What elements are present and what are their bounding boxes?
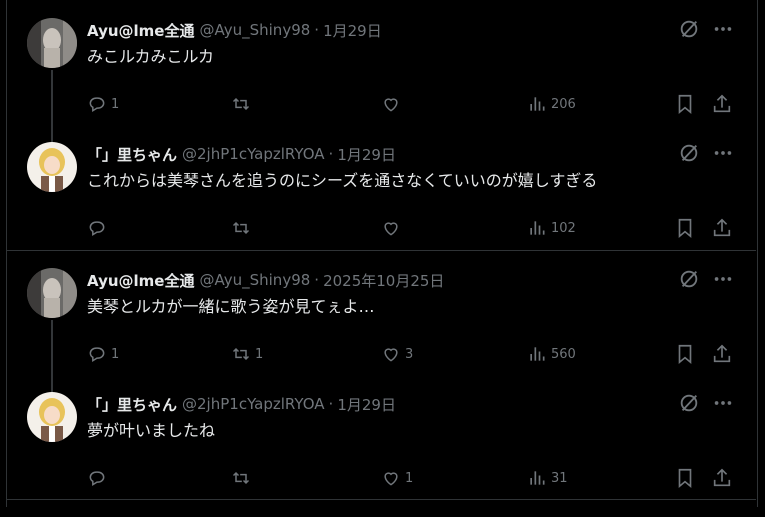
separator: ·	[328, 395, 334, 413]
retweet-icon	[231, 218, 255, 238]
user-handle[interactable]: @Ayu_Shiny98	[199, 21, 310, 39]
views-count: 560	[551, 346, 576, 362]
separator: ·	[328, 145, 334, 163]
bookmark-icon[interactable]	[674, 93, 696, 115]
views-count: 102	[551, 220, 576, 236]
share-icon[interactable]	[711, 343, 733, 365]
post-date[interactable]: 1月29日	[337, 144, 396, 165]
post-text: みこルカみこルカ	[87, 47, 215, 66]
display-name[interactable]: 「」里ちゃん	[87, 144, 177, 165]
retweet-button[interactable]: 1	[231, 343, 263, 365]
more-icon[interactable]	[712, 268, 734, 290]
bookmark-icon[interactable]	[674, 343, 696, 365]
like-button[interactable]	[381, 93, 405, 115]
reply-icon	[87, 94, 111, 114]
post-1[interactable]: 「」里ちゃん @2jhP1cYapzlRYOA · 1月29日 これからは美琴さ…	[7, 142, 756, 267]
retweet-button[interactable]	[231, 93, 255, 115]
bookmark-icon[interactable]	[674, 467, 696, 489]
post-date[interactable]: 1月29日	[337, 394, 396, 415]
grok-icon[interactable]	[678, 142, 700, 164]
post-text: 夢が叶いましたね	[87, 421, 216, 440]
share-icon[interactable]	[711, 217, 733, 239]
retweet-count: 1	[255, 346, 264, 362]
more-icon[interactable]	[712, 18, 734, 40]
like-icon	[381, 344, 405, 364]
reply-button[interactable]	[87, 467, 111, 489]
avatar[interactable]	[27, 392, 77, 442]
like-count: 1	[405, 470, 414, 486]
more-icon[interactable]	[712, 142, 734, 164]
user-handle[interactable]: @2jhP1cYapzlRYOA	[182, 145, 325, 163]
like-button[interactable]: 3	[381, 343, 413, 365]
separator: ·	[314, 271, 320, 289]
user-handle[interactable]: @2jhP1cYapzlRYOA	[182, 395, 325, 413]
retweet-icon	[231, 468, 255, 488]
views-count: 206	[551, 96, 576, 112]
avatar[interactable]	[27, 18, 77, 68]
views-icon	[527, 218, 551, 238]
post-date[interactable]: 2025年10月25日	[323, 270, 444, 291]
views-icon	[527, 344, 551, 364]
reply-icon	[87, 468, 111, 488]
grok-icon[interactable]	[678, 268, 700, 290]
post-header: 「」里ちゃん @2jhP1cYapzlRYOA · 1月29日	[87, 392, 396, 416]
retweet-icon	[231, 344, 255, 364]
like-button[interactable]: 1	[381, 467, 413, 489]
post-date[interactable]: 1月29日	[323, 20, 382, 41]
post-text: 美琴とルカが一緒に歌う姿が見てぇよ…	[87, 297, 375, 316]
reply-count: 1	[111, 346, 120, 362]
views-icon	[527, 94, 551, 114]
user-handle[interactable]: @Ayu_Shiny98	[199, 271, 310, 289]
like-button[interactable]	[381, 217, 405, 239]
display-name[interactable]: Ayu@lme全通	[87, 270, 194, 291]
share-icon[interactable]	[711, 467, 733, 489]
views-button[interactable]: 206	[527, 93, 576, 115]
post-3[interactable]: 「」里ちゃん @2jhP1cYapzlRYOA · 1月29日 夢が叶いましたね…	[7, 392, 756, 517]
retweet-button[interactable]	[231, 217, 255, 239]
grok-icon[interactable]	[678, 18, 700, 40]
reply-button[interactable]: 1	[87, 93, 119, 115]
post-text: これからは美琴さんを追うのにシーズを通さなくていいのが嬉しすぎる	[87, 171, 598, 190]
retweet-button[interactable]	[231, 467, 255, 489]
reply-icon	[87, 218, 111, 238]
like-icon	[381, 94, 405, 114]
views-button[interactable]: 31	[527, 467, 568, 489]
display-name[interactable]: 「」里ちゃん	[87, 394, 177, 415]
bookmark-icon[interactable]	[674, 217, 696, 239]
grok-icon[interactable]	[678, 392, 700, 414]
post-header: Ayu@lme全通 @Ayu_Shiny98 · 2025年10月25日	[87, 268, 444, 292]
reply-icon	[87, 344, 111, 364]
like-icon	[381, 218, 405, 238]
views-button[interactable]: 560	[527, 343, 576, 365]
post-2[interactable]: Ayu@lme全通 @Ayu_Shiny98 · 2025年10月25日 美琴と…	[7, 268, 756, 393]
views-count: 31	[551, 470, 568, 486]
separator: ·	[314, 21, 320, 39]
like-count: 3	[405, 346, 414, 362]
retweet-icon	[231, 94, 255, 114]
reply-button[interactable]	[87, 217, 111, 239]
post-header: 「」里ちゃん @2jhP1cYapzlRYOA · 1月29日	[87, 142, 396, 166]
more-icon[interactable]	[712, 392, 734, 414]
post-0[interactable]: Ayu@lme全通 @Ayu_Shiny98 · 1月29日 みこルカみこルカ …	[7, 18, 756, 143]
like-icon	[381, 468, 405, 488]
post-header: Ayu@lme全通 @Ayu_Shiny98 · 1月29日	[87, 18, 382, 42]
avatar[interactable]	[27, 142, 77, 192]
reply-button[interactable]: 1	[87, 343, 119, 365]
avatar[interactable]	[27, 268, 77, 318]
share-icon[interactable]	[711, 93, 733, 115]
reply-count: 1	[111, 96, 120, 112]
views-icon	[527, 468, 551, 488]
display-name[interactable]: Ayu@lme全通	[87, 20, 194, 41]
views-button[interactable]: 102	[527, 217, 576, 239]
